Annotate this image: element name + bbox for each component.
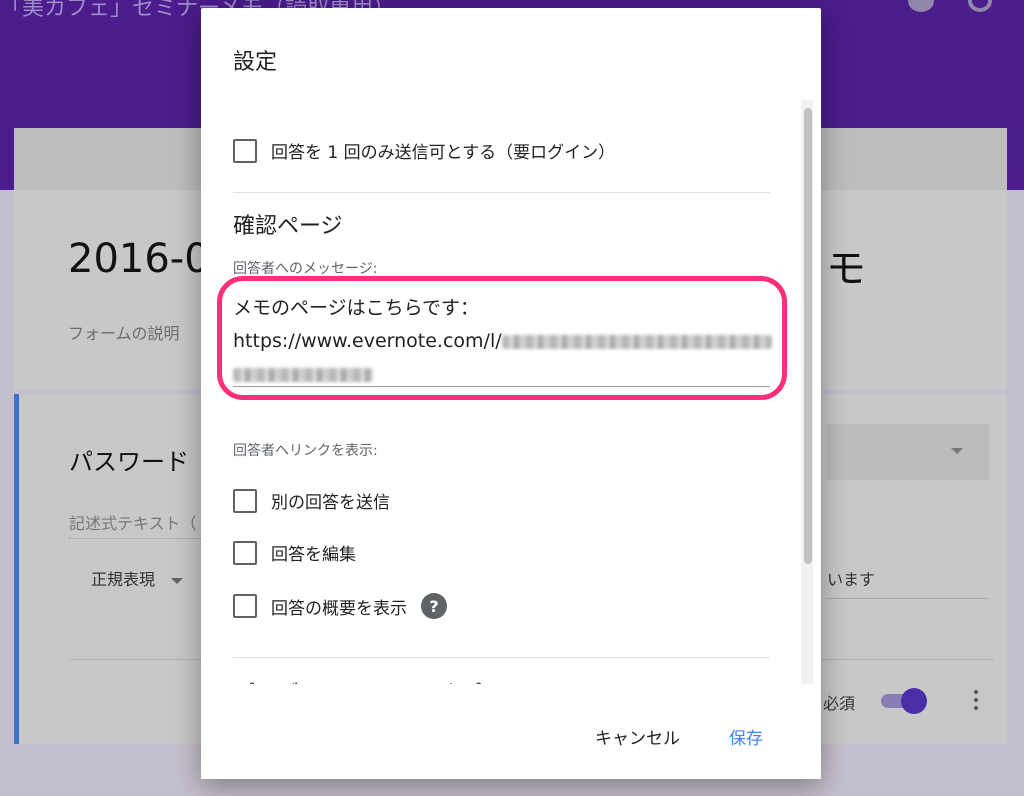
dialog-title: 設定: [233, 50, 278, 75]
scrollbar-thumb[interactable]: [804, 108, 812, 564]
message-label: 回答者へのメッセージ:: [233, 261, 378, 277]
required-label: 必須: [823, 694, 856, 713]
edit-response-label: 回答を編集: [271, 545, 356, 565]
validation-text: います: [827, 566, 989, 599]
chevron-down-icon: [951, 448, 963, 454]
help-icon[interactable]: [968, 0, 992, 12]
show-summary-label: 回答の概要を表示: [271, 598, 407, 619]
highlight-annotation: [217, 276, 787, 400]
dialog-footer: キャンセル 保存: [201, 684, 821, 779]
validation-type-label: 正規表現: [91, 570, 156, 589]
show-summary-option[interactable]: 回答の概要を表示 ?: [233, 593, 447, 619]
limit-one-response-option[interactable]: 回答を 1 回のみ送信可とする（要ログイン）: [233, 138, 615, 163]
show-links-label: 回答者へリンクを表示:: [233, 443, 378, 459]
cancel-button[interactable]: キャンセル: [589, 720, 686, 753]
validation-type-select: 正規表現: [91, 566, 184, 590]
show-summary-checkbox[interactable]: [233, 594, 257, 618]
limit-one-response-label: 回答を 1 回のみ送信可とする（要ログイン）: [271, 143, 616, 163]
palette-icon[interactable]: [908, 0, 934, 12]
submit-another-label: 別の回答を送信: [271, 493, 390, 513]
dialog-content[interactable]: 回答を 1 回のみ送信可とする（要ログイン） 確認ページ 回答者へのメッセージ:…: [201, 100, 821, 684]
settings-dialog: 設定 回答を 1 回のみ送信可とする（要ログイン） 確認ページ 回答者へのメッセ…: [201, 8, 821, 779]
section-divider: [233, 192, 770, 193]
question-title: パスワード: [69, 448, 189, 476]
question-type-select: [827, 424, 989, 480]
edit-response-option[interactable]: 回答を編集: [233, 540, 356, 565]
chevron-down-icon: [171, 577, 184, 584]
limit-one-response-checkbox[interactable]: [233, 138, 257, 163]
form-title-left: 2016-0: [68, 236, 210, 282]
question-hint: 記述式テキスト（: [69, 510, 209, 539]
form-description: フォームの説明: [68, 324, 180, 343]
required-toggle-knob: [901, 688, 927, 714]
submit-another-checkbox[interactable]: [233, 488, 257, 513]
presentation-section-title: プレゼンテーション オプション: [233, 676, 548, 684]
save-button[interactable]: 保存: [723, 720, 769, 753]
more-vert-icon: [973, 690, 979, 714]
confirmation-section-title: 確認ページ: [233, 214, 343, 239]
form-title-right: モ: [826, 246, 866, 292]
submit-another-option[interactable]: 別の回答を送信: [233, 488, 390, 513]
edit-response-checkbox[interactable]: [233, 540, 257, 565]
section-divider: [233, 657, 770, 658]
help-circle-icon[interactable]: ?: [421, 593, 447, 619]
